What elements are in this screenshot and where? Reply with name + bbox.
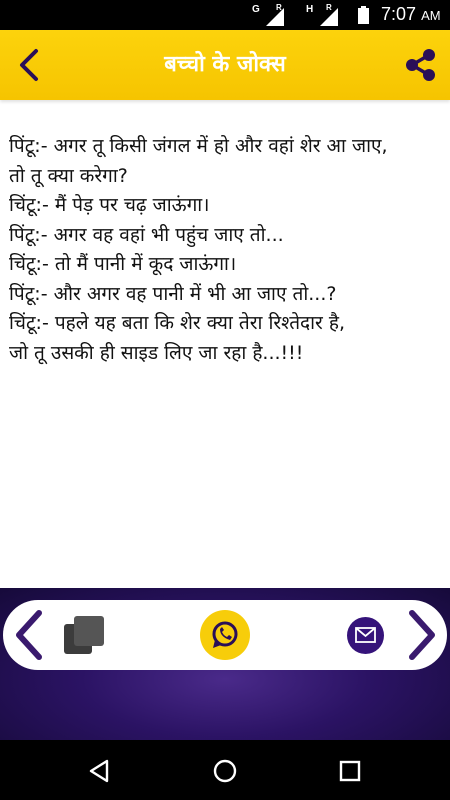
whatsapp-icon [212, 621, 238, 648]
joke-line: चिंटू:- पहले यह बता कि शेर क्या तेरा रिश… [9, 312, 345, 334]
next-joke-button[interactable] [402, 607, 442, 663]
joke-line: पिंटू:- और अगर वह पानी में भी आ जाए तो..… [9, 282, 337, 305]
sim2-roaming-label: R [326, 3, 332, 12]
app-bar: बच्चो के जोक्स [0, 30, 450, 100]
system-recents-button[interactable] [337, 758, 363, 784]
system-home-button[interactable] [212, 758, 238, 784]
chevron-right-icon [409, 610, 435, 660]
share-icon [406, 49, 435, 81]
sim1-network-label: G [252, 4, 260, 15]
joke-line: जो तू उसकी ही साइड लिए जा रहा है...!!! [9, 341, 304, 364]
sim2-network-label: H [306, 4, 314, 15]
joke-line: चिंटू:- मैं पेड़ पर चढ़ जाऊंगा। [9, 194, 210, 216]
circle-home-icon [213, 759, 237, 783]
joke-line: तो तू क्या करेगा? [9, 164, 128, 187]
page-title: बच्चो के जोक्स [164, 52, 286, 77]
joke-line: पिंटू:- अगर वह वहां भी पहुंच जाए तो... [9, 223, 284, 246]
mail-icon [355, 627, 376, 643]
system-navigation-bar [0, 740, 450, 800]
joke-line: चिंटू:- तो मैं पानी में कूद जाऊंगा। [9, 253, 237, 275]
email-share-button[interactable] [347, 617, 384, 654]
clock: 7:07 AM [381, 4, 441, 25]
copy-icon [64, 616, 104, 654]
system-back-button[interactable] [87, 758, 113, 784]
joke-line: पिंटू:- अगर तू किसी जंगल में हो और वहां … [9, 135, 388, 157]
clock-time: 7:07 [381, 4, 417, 24]
chevron-left-icon [16, 610, 42, 660]
triangle-back-icon [89, 759, 109, 783]
previous-joke-button[interactable] [9, 607, 49, 663]
whatsapp-share-button[interactable] [200, 610, 250, 660]
sim1-roaming-label: R [276, 3, 282, 12]
copy-button[interactable] [62, 614, 106, 658]
square-recents-icon [339, 760, 361, 782]
share-button[interactable] [400, 44, 442, 86]
battery-icon [358, 6, 369, 24]
clock-ampm: AM [421, 8, 441, 23]
status-bar: G R H R 7:07 AM [0, 0, 450, 30]
joke-text: पिंटू:- अगर तू किसी जंगल में हो और वहां … [9, 132, 443, 368]
